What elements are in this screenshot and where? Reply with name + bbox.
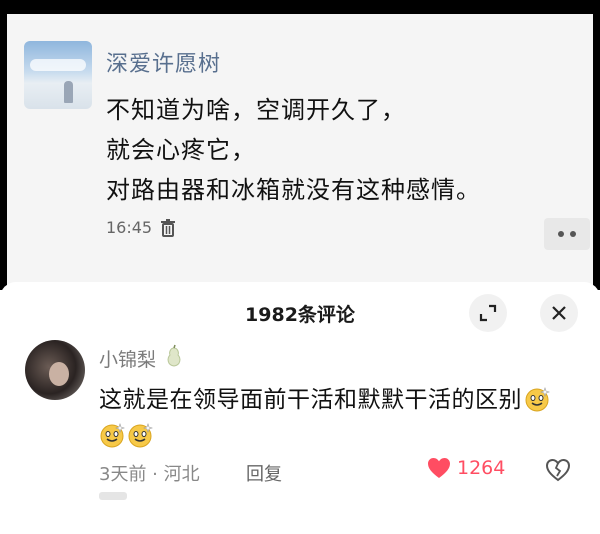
- commenter-name[interactable]: 小锦梨: [99, 345, 156, 372]
- post-text-line-1: 不知道为啥，空调开久了，: [106, 96, 406, 124]
- post-author-name[interactable]: 深爱许愿树: [106, 46, 221, 78]
- dot-icon: [558, 231, 564, 237]
- post-text-line-2: 就会心疼它，: [106, 136, 256, 164]
- trash-icon[interactable]: [160, 219, 176, 237]
- more-options-button[interactable]: [544, 218, 590, 250]
- broken-heart-icon[interactable]: [546, 458, 570, 482]
- heart-icon: [428, 458, 450, 478]
- expand-button[interactable]: [469, 294, 507, 332]
- grin-sparkle-emoji-icon: [128, 423, 153, 448]
- grin-sparkle-emoji-icon: [100, 423, 125, 448]
- comment-text: 这就是在领导面前干活和默默干活的区别: [99, 382, 579, 454]
- expand-icon: [479, 304, 497, 322]
- comment-body: 这就是在领导面前干活和默默干活的区别: [99, 387, 522, 413]
- close-icon: [552, 306, 566, 320]
- comments-sheet: 1982条评论 小锦梨 这就是在领导面前干活和默默干活的区别 3天前 · 河北 …: [0, 282, 600, 534]
- comment-meta: 3天前 · 河北: [99, 464, 200, 485]
- post-timestamp: 16:45: [106, 218, 153, 237]
- comments-count-title: 1982条评论: [245, 304, 355, 326]
- pear-badge-icon: [167, 344, 181, 367]
- commenter-avatar[interactable]: [25, 340, 85, 400]
- dot-icon: [570, 231, 576, 237]
- next-comment-placeholder: [99, 492, 127, 500]
- reply-button[interactable]: 回复: [246, 460, 282, 486]
- post-text-line-3: 对路由器和冰箱就没有这种感情。: [106, 176, 481, 204]
- author-avatar[interactable]: [24, 41, 92, 109]
- post-card: 深爱许愿树 不知道为啥，空调开久了， 就会心疼它， 对路由器和冰箱就没有这种感情…: [7, 14, 593, 290]
- grin-sparkle-emoji-icon: [525, 387, 550, 412]
- like-button[interactable]: 1264: [427, 457, 505, 479]
- like-count: 1264: [457, 457, 506, 479]
- close-button[interactable]: [540, 294, 578, 332]
